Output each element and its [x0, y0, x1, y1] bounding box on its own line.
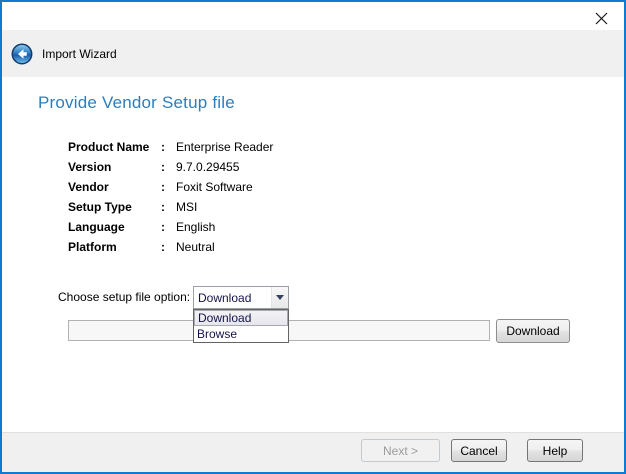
detail-value: MSI: [176, 200, 197, 214]
close-button[interactable]: [586, 9, 616, 27]
cancel-button[interactable]: Cancel: [451, 439, 507, 462]
detail-row-setup-type: Setup Type : MSI: [68, 197, 273, 217]
page-title: Provide Vendor Setup file: [38, 93, 235, 113]
detail-colon: :: [156, 140, 170, 154]
help-button[interactable]: Help: [527, 439, 583, 462]
detail-value: English: [176, 220, 215, 234]
detail-colon: :: [156, 200, 170, 214]
import-wizard-dialog: Import Wizard Provide Vendor Setup file …: [0, 0, 626, 474]
detail-value: Enterprise Reader: [176, 140, 273, 154]
detail-label: Product Name: [68, 140, 156, 154]
detail-row-product-name: Product Name : Enterprise Reader: [68, 137, 273, 157]
detail-colon: :: [156, 220, 170, 234]
detail-colon: :: [156, 240, 170, 254]
detail-colon: :: [156, 160, 170, 174]
combobox-dropdown-button[interactable]: [271, 287, 288, 308]
setup-option-combobox[interactable]: Download: [193, 286, 289, 309]
title-bar: [2, 2, 624, 30]
chevron-down-icon: [276, 295, 284, 300]
detail-row-version: Version : 9.7.0.29455: [68, 157, 273, 177]
dropdown-option-download[interactable]: Download: [194, 310, 288, 326]
detail-value: Foxit Software: [176, 180, 253, 194]
detail-label: Vendor: [68, 180, 156, 194]
detail-value: 9.7.0.29455: [176, 160, 239, 174]
wizard-title: Import Wizard: [42, 47, 117, 61]
setup-option-dropdown-list: Download Browse: [193, 309, 289, 343]
wizard-content: Provide Vendor Setup file Product Name :…: [2, 77, 624, 432]
download-button[interactable]: Download: [496, 319, 570, 343]
close-icon: [595, 12, 608, 25]
detail-row-vendor: Vendor : Foxit Software: [68, 177, 273, 197]
wizard-header: Import Wizard: [2, 30, 624, 77]
detail-colon: :: [156, 180, 170, 194]
next-button[interactable]: Next >: [361, 439, 440, 462]
back-icon[interactable]: [11, 43, 33, 65]
detail-label: Platform: [68, 240, 156, 254]
detail-label: Version: [68, 160, 156, 174]
detail-label: Setup Type: [68, 200, 156, 214]
dropdown-option-browse[interactable]: Browse: [194, 326, 288, 342]
detail-value: Neutral: [176, 240, 215, 254]
product-details: Product Name : Enterprise Reader Version…: [68, 137, 273, 257]
detail-row-language: Language : English: [68, 217, 273, 237]
detail-label: Language: [68, 220, 156, 234]
combobox-selected-value: Download: [194, 291, 271, 305]
setup-option-label: Choose setup file option:: [58, 290, 190, 304]
wizard-footer: Next > Cancel Help: [2, 432, 624, 472]
detail-row-platform: Platform : Neutral: [68, 237, 273, 257]
